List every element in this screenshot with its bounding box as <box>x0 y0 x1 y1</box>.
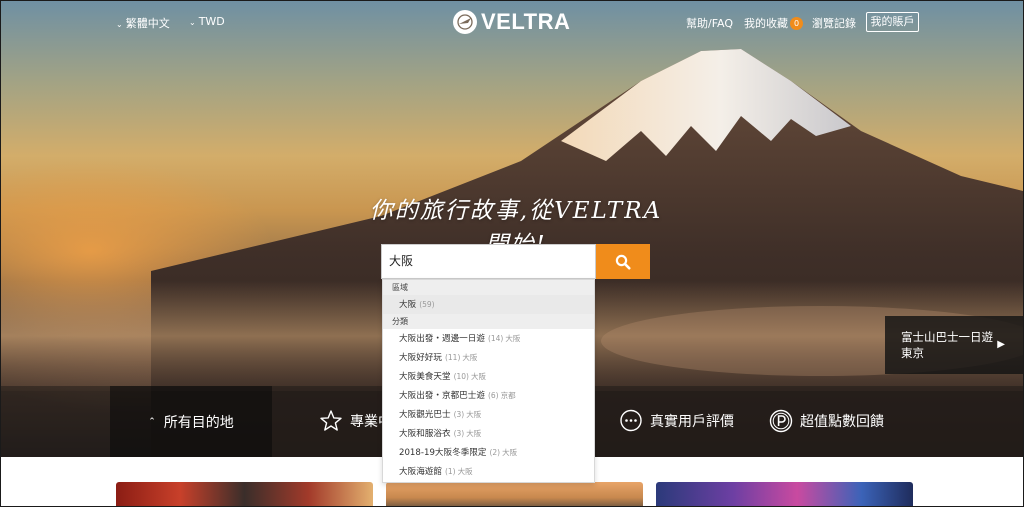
suggestion-label: 大阪觀光巴士 <box>399 410 451 420</box>
suggestion-label: 大阪海遊館 <box>399 467 442 477</box>
suggestion-section-header: 區域 <box>383 280 594 295</box>
top-bar: ⌄ 繁體中文 ⌄ TWD VELTRA 幫助/FAQ 我的收藏 0 瀏覽記錄 我的賬戶 <box>1 1 1023 43</box>
search-button[interactable] <box>596 244 650 279</box>
suggestion-section-header: 分類 <box>383 314 594 329</box>
currency-selector[interactable]: ⌄ TWD <box>189 15 225 28</box>
suggestion-region: 大阪 <box>505 334 521 343</box>
suggestion-count: (3) <box>453 429 465 438</box>
suggestion-label: 大阪好好玩 <box>399 353 442 363</box>
suggestion-item[interactable]: 2018-19大阪冬季限定 (2) 大阪 <box>383 443 594 462</box>
chat-bubble-icon <box>619 409 643 433</box>
suggestion-count: (10) <box>453 372 469 381</box>
suggestion-item[interactable]: 大阪出發・京都巴士遊 (6) 京都 <box>383 386 594 405</box>
suggestion-item[interactable]: 大阪出發・週邊一日遊 (14) 大阪 <box>383 329 594 348</box>
category-reviews-label: 真實用戶評價 <box>650 414 734 430</box>
tour-card-image[interactable] <box>116 482 373 506</box>
suggestion-label: 大阪美食天堂 <box>399 372 451 382</box>
suggestion-count: (6) <box>487 391 499 400</box>
favorites-label: 我的收藏 <box>744 17 788 30</box>
search-input[interactable]: 大阪 <box>381 244 596 279</box>
suggestion-label: 2018-19大阪冬季限定 <box>399 448 487 458</box>
tour-card-image[interactable] <box>656 482 913 506</box>
tour-card-image[interactable] <box>386 482 643 506</box>
play-arrow-icon: ▶ <box>997 339 1005 350</box>
globe-plane-icon <box>453 10 477 34</box>
suggestion-label: 大阪 <box>399 300 417 310</box>
chevron-down-icon: ⌄ <box>116 20 123 29</box>
favorites-count-badge: 0 <box>790 17 803 30</box>
history-link[interactable]: 瀏覽記錄 <box>812 15 856 31</box>
suggestion-item[interactable]: 大阪和服浴衣 (3) 大阪 <box>383 424 594 443</box>
language-selector[interactable]: ⌄ 繁體中文 <box>116 15 170 31</box>
search-suggestions-dropdown: 區域 大阪 (59) 分類 大阪出發・週邊一日遊 (14) 大阪 大阪好好玩 (11) 大… <box>382 279 595 483</box>
logo-text: VELTRA <box>481 9 571 34</box>
suggestion-item[interactable]: 大阪海遊館 (1) 大阪 <box>383 462 594 481</box>
account-button[interactable]: 我的賬戶 <box>866 12 919 32</box>
search-icon <box>615 254 631 269</box>
suggestion-label: 大阪出發・週邊一日遊 <box>399 334 485 344</box>
category-points[interactable]: 超值點數回饋 <box>769 407 884 435</box>
suggestion-item[interactable]: 大阪觀光巴士 (3) 大阪 <box>383 405 594 424</box>
points-p-icon <box>769 409 793 433</box>
suggestion-count: (14) <box>487 334 504 343</box>
suggestion-count: (2) <box>489 448 501 457</box>
suggestion-region: 京都 <box>500 391 516 400</box>
chevron-down-icon: ⌄ <box>189 18 196 27</box>
help-link[interactable]: 幫助/FAQ <box>686 15 733 31</box>
suggestion-count: (3) <box>453 410 465 419</box>
suggestion-count: (11) <box>444 353 461 362</box>
category-reviews[interactable]: 真實用戶評價 <box>619 407 734 435</box>
suggestion-region: 大阪 <box>462 353 478 362</box>
suggestion-item[interactable]: 大阪好好玩 (11) 大阪 <box>383 348 594 367</box>
all-destinations-label: 所有目的地 <box>163 414 234 431</box>
star-icon <box>319 409 343 433</box>
suggestion-count: (1) <box>444 467 456 476</box>
favorites-link[interactable]: 我的收藏 0 <box>744 15 803 31</box>
suggestion-item[interactable]: 大阪美食天堂 (10) 大阪 <box>383 367 594 386</box>
veltra-logo[interactable]: VELTRA <box>453 9 570 35</box>
suggestion-label: 大阪出發・京都巴士遊 <box>399 391 485 401</box>
chevron-up-icon: ⌃ <box>148 416 156 427</box>
suggestion-region: 大阪 <box>457 467 473 476</box>
category-points-label: 超值點數回饋 <box>800 414 884 430</box>
suggestion-count: (59) <box>419 300 435 309</box>
all-destinations-button[interactable]: ⌃ 所有目的地 <box>110 386 272 457</box>
suggestion-region: 大阪 <box>466 429 482 438</box>
suggestion-label: 大阪和服浴衣 <box>399 429 451 439</box>
suggestion-region: 大阪 <box>466 410 482 419</box>
featured-tour-card[interactable]: 富士山巴士一日遊 東京 ▶ <box>885 316 1023 374</box>
suggestion-item[interactable]: 大阪 (59) <box>383 295 594 314</box>
page-frame: ⌄ 繁體中文 ⌄ TWD VELTRA 幫助/FAQ 我的收藏 0 瀏覽記錄 我的賬戶… <box>0 0 1024 507</box>
suggestion-region: 大阪 <box>502 448 518 457</box>
suggestion-region: 大阪 <box>470 372 486 381</box>
